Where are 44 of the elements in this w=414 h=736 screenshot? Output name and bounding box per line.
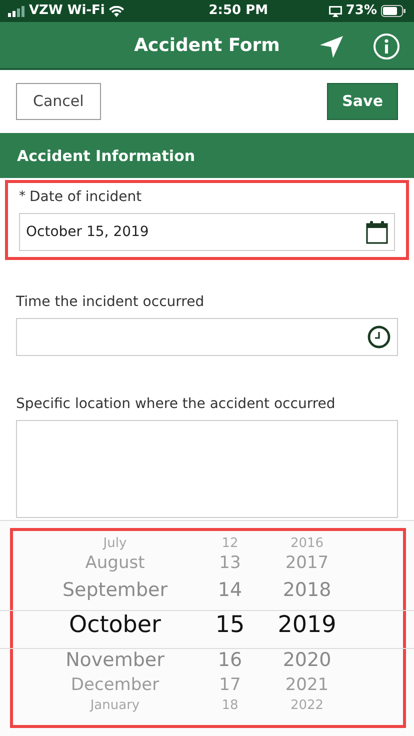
battery-percent: 73% (346, 2, 377, 20)
field-label: Date of incident (30, 188, 142, 207)
picker-option[interactable]: 17 (219, 675, 241, 697)
status-time: 2:50 PM (208, 2, 268, 20)
required-mark: * (19, 188, 26, 206)
clock-icon[interactable] (367, 325, 391, 349)
picker-option[interactable]: August (85, 553, 145, 575)
carrier-name: VZW Wi-Fi (29, 2, 105, 20)
picker-option[interactable]: 2021 (285, 675, 329, 697)
date-field[interactable]: October 15, 2019 (19, 213, 395, 251)
picker-option[interactable]: 2017 (285, 553, 329, 575)
field-label: Specific location where the accident occurred (16, 395, 336, 414)
picker-option[interactable]: 2022 (290, 697, 324, 715)
wifi-icon (108, 6, 124, 16)
picker-option[interactable]: December (70, 675, 160, 697)
picker-option[interactable]: 13 (219, 553, 241, 575)
location-arrow-icon[interactable] (319, 35, 344, 59)
picker-option[interactable]: 2016 (290, 535, 324, 553)
screen-mirroring-icon (328, 6, 342, 16)
picker-option[interactable]: 2018 (282, 575, 332, 605)
picker-option[interactable]: January (90, 697, 140, 715)
info-icon[interactable] (373, 33, 400, 60)
picker-option[interactable]: 12 (222, 535, 238, 553)
picker-option[interactable]: 16 (218, 645, 242, 675)
time-field[interactable] (16, 318, 398, 356)
picker-option[interactable]: October (68, 605, 162, 645)
picker-option[interactable]: 18 (222, 697, 238, 715)
battery-icon (381, 5, 406, 17)
picker-option[interactable]: 2020 (282, 645, 332, 675)
calendar-icon[interactable] (366, 220, 388, 244)
section-title: Accident Information (17, 147, 196, 165)
save-button[interactable]: Save (327, 83, 398, 120)
field-label: Time the incident occurred (16, 293, 204, 312)
picker-option[interactable]: September (62, 575, 168, 605)
picker-option[interactable]: July (103, 535, 127, 553)
signal-icon (8, 6, 25, 16)
picker-option[interactable]: 15 (215, 605, 245, 645)
cancel-button[interactable]: Cancel (16, 83, 101, 120)
date-picker[interactable]: July August September October November December January 12 13 14 15 16 17 18 2016 2017 2018 2019 2020 2021 2022 (0, 520, 414, 736)
page-title: Accident Form (134, 34, 280, 58)
picker-option[interactable]: 14 (218, 575, 242, 605)
picker-option[interactable]: November (66, 645, 164, 675)
location-field[interactable] (16, 420, 398, 518)
picker-option[interactable]: 2019 (278, 605, 336, 645)
